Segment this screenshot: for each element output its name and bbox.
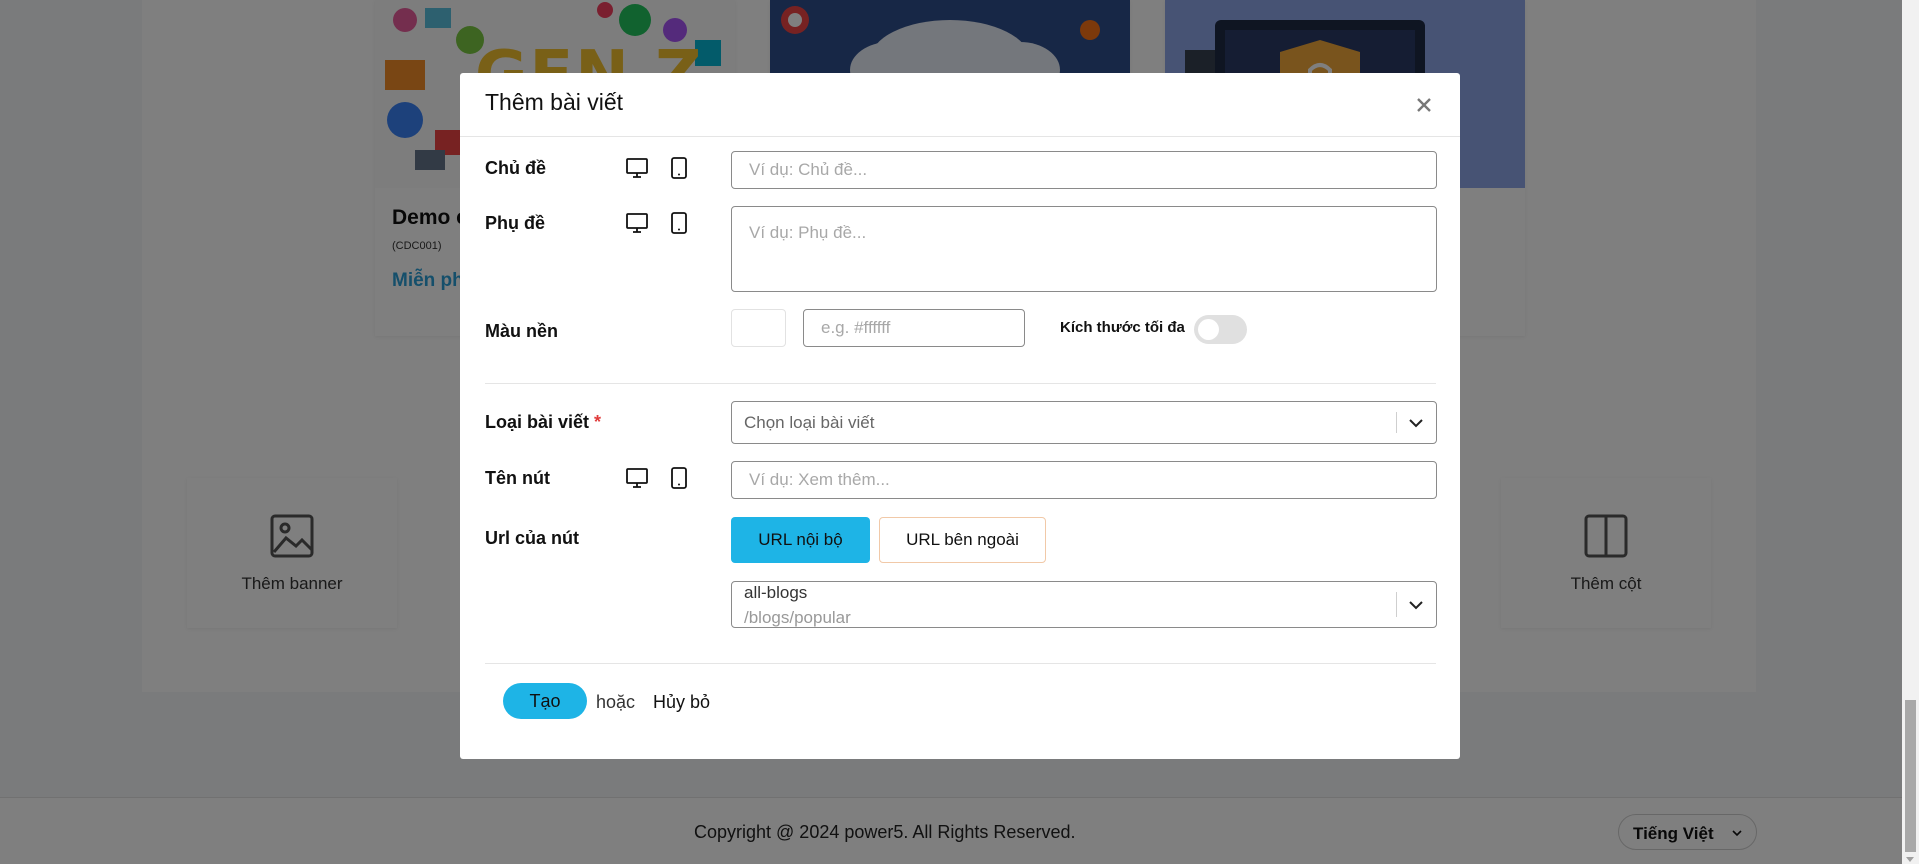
add-post-modal: Thêm bài viết Chủ đề Phụ đề Màu nền Kích… xyxy=(460,73,1460,759)
max-size-toggle[interactable] xyxy=(1194,315,1247,344)
section-divider xyxy=(485,383,1436,384)
button-name-input[interactable] xyxy=(731,461,1437,499)
post-type-placeholder: Chọn loại bài viết xyxy=(744,413,875,432)
topic-label: Chủ đề xyxy=(485,158,546,178)
internal-url-button[interactable]: URL nội bộ xyxy=(731,517,870,563)
chevron-down-icon[interactable] xyxy=(1407,414,1425,432)
toggle-knob xyxy=(1198,319,1219,340)
button-url-label: Url của nút xyxy=(485,528,580,548)
max-size-label: Kích thước tối đa xyxy=(1060,319,1185,336)
desktop-icon[interactable] xyxy=(625,466,649,490)
post-type-label: Loại bài viết * xyxy=(485,412,601,433)
required-mark: * xyxy=(594,412,602,432)
select-separator xyxy=(1396,412,1397,433)
mobile-icon[interactable] xyxy=(667,466,691,490)
cancel-link[interactable]: Hủy bỏ xyxy=(653,692,710,713)
page-scrollbar[interactable] xyxy=(1902,0,1919,864)
close-icon[interactable] xyxy=(1412,93,1436,117)
or-text: hoặc xyxy=(596,692,636,712)
desktop-icon[interactable] xyxy=(625,211,649,235)
desktop-icon[interactable] xyxy=(625,156,649,180)
external-url-button[interactable]: URL bên ngoài xyxy=(879,517,1046,563)
mobile-icon[interactable] xyxy=(667,211,691,235)
modal-title: Thêm bài viết xyxy=(485,89,624,115)
subtitle-textarea[interactable] xyxy=(731,206,1437,292)
select-separator xyxy=(1396,592,1397,617)
mobile-icon[interactable] xyxy=(667,156,691,180)
color-hex-input[interactable] xyxy=(803,309,1025,347)
subtitle-label: Phụ đề xyxy=(485,213,546,233)
color-swatch[interactable] xyxy=(731,309,786,347)
footer-divider xyxy=(485,663,1436,664)
button-name-label: Tên nút xyxy=(485,468,550,488)
scroll-down-arrow-icon[interactable] xyxy=(1906,857,1914,862)
topic-input[interactable] xyxy=(731,151,1437,189)
bg-color-label: Màu nền xyxy=(485,321,559,341)
post-type-select[interactable]: Chọn loại bài viết xyxy=(731,401,1437,444)
post-type-label-text: Loại bài viết xyxy=(485,412,590,432)
url-selected-path: /blogs/popular xyxy=(744,608,851,627)
chevron-down-icon[interactable] xyxy=(1407,596,1425,614)
create-button[interactable]: Tạo xyxy=(503,683,587,719)
modal-header: Thêm bài viết xyxy=(460,73,1460,137)
scrollbar-thumb[interactable] xyxy=(1905,700,1916,852)
url-selected-name: all-blogs xyxy=(744,583,808,602)
url-select[interactable]: all-blogs /blogs/popular xyxy=(731,581,1437,628)
